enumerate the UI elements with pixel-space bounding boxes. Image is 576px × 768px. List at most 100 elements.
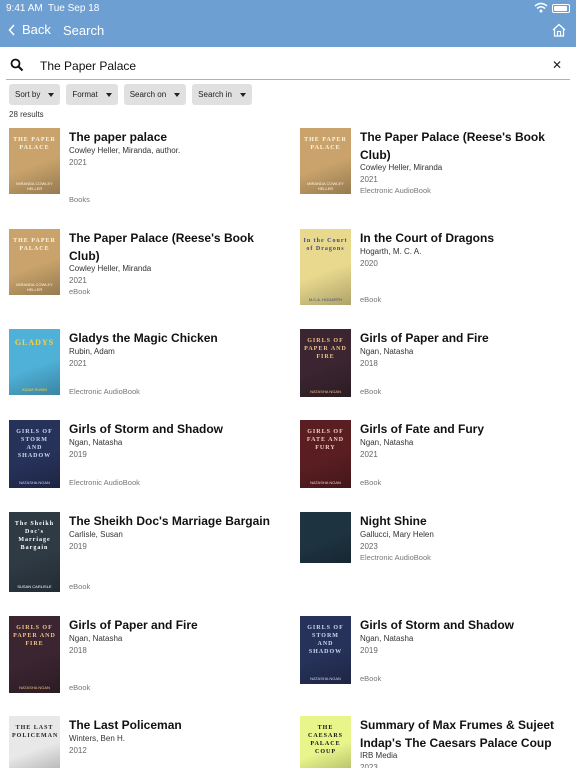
result-format: eBook [69,287,91,296]
result-item[interactable]: THE PAPER PALACE MIRANDA COWLEY HELLER Th… [9,128,279,208]
result-format: eBook [360,674,382,683]
book-cover: THE CAESARS PALACE COUP [300,716,351,768]
result-item[interactable]: THE PAPER PALACE MIRANDA COWLEY HELLER Th… [300,128,570,208]
book-cover [300,512,351,563]
result-item[interactable]: Night Shine Gallucci, Mary Helen 2023 El… [300,512,570,594]
close-icon[interactable]: ✕ [552,58,562,72]
search-on-dropdown[interactable]: Search on [123,84,187,105]
cover-title-text: THE PAPER PALACE [13,238,56,252]
result-format: Electronic AudioBook [69,478,140,487]
book-cover: In the Court of Dragons M.C.A. HOGARTH [300,229,351,305]
result-item[interactable]: GIRLS OF FATE AND FURY NATASHA NGAN Girls… [300,420,570,492]
cover-author-text: MIRANDA COWLEY HELLER [307,181,344,191]
format-dropdown[interactable]: Format [66,84,118,105]
battery-icon [552,4,570,13]
result-year: 2019 [69,542,87,551]
result-year: 2019 [360,646,378,655]
book-cover: GIRLS OF STORM AND SHADOW NATASHA NGAN [9,420,60,488]
book-cover: GIRLS OF FATE AND FURY NATASHA NGAN [300,420,351,488]
result-item[interactable]: THE CAESARS PALACE COUP Summary of Max F… [300,716,570,768]
result-format: Electronic AudioBook [69,387,140,396]
caret-down-icon [239,92,246,97]
result-item[interactable]: GLADYS ADAM RUBIN Gladys the Magic Chicke… [9,329,279,401]
search-on-label: Search on [129,90,167,99]
result-format: eBook [360,387,382,396]
chevron-left-icon [8,23,15,36]
status-bar: 9:41 AM Tue Sep 18 [0,0,576,16]
result-year: 2021 [69,276,87,285]
result-item[interactable]: GIRLS OF PAPER AND FIRE NATASHA NGAN Girl… [9,616,279,696]
back-label: Back [22,22,51,37]
result-year: 2020 [360,259,378,268]
result-format: eBook [69,582,91,591]
result-format: Electronic AudioBook [360,553,431,562]
result-year: 2021 [69,158,87,167]
cover-author-text: NATASHA NGAN [310,389,341,394]
cover-title-text: THE PAPER PALACE [13,137,56,151]
filter-bar: Sort by Format Search on Search in [9,84,252,106]
result-year: 2021 [69,359,87,368]
book-cover: The Sheikh Doc's Marriage Bargain SUSAN C… [9,512,60,592]
result-format: Electronic AudioBook [360,186,431,195]
book-cover: THE PAPER PALACE MIRANDA COWLEY HELLER [9,128,60,194]
cover-title-text: THE CAESARS PALACE COUP [307,725,343,755]
cover-author-text: NATASHA NGAN [310,480,341,485]
result-year: 2012 [69,746,87,755]
book-cover: THE PAPER PALACE MIRANDA COWLEY HELLER [300,128,351,194]
result-year: 2019 [69,450,87,459]
result-year: 2023 [360,763,378,768]
cover-author-text: ADAM RUBIN [21,387,48,392]
result-title: The Paper Palace (Reese's Book Club) [360,130,545,162]
cover-title-text: GIRLS OF STORM AND SHADOW [16,429,53,459]
sort-by-dropdown[interactable]: Sort by [9,84,61,105]
search-bar: ✕ [6,52,570,80]
sort-by-label: Sort by [15,90,41,99]
cover-title-text: GIRLS OF PAPER AND FIRE [304,338,347,360]
cover-title-text: THE LAST POLICEMAN [12,725,59,739]
book-cover: GIRLS OF PAPER AND FIRE NATASHA NGAN [300,329,351,397]
search-input[interactable] [40,57,520,75]
cover-title-text: GIRLS OF PAPER AND FIRE [13,625,56,647]
back-button[interactable]: Back [8,22,51,37]
result-item[interactable]: GIRLS OF PAPER AND FIRE NATASHA NGAN Girl… [300,329,570,401]
result-item[interactable]: GIRLS OF STORM AND SHADOW NATASHA NGAN Gi… [300,616,570,696]
search-icon [10,58,24,72]
book-cover: GIRLS OF PAPER AND FIRE NATASHA NGAN [9,616,60,693]
cover-author-text: NATASHA NGAN [310,676,341,681]
status-date: Tue Sep 18 [48,3,100,14]
cover-title-text: GIRLS OF STORM AND SHADOW [307,625,344,655]
home-icon[interactable] [551,22,567,38]
result-item[interactable]: In the Court of Dragons M.C.A. HOGARTH In… [300,229,570,309]
result-year: 2021 [360,175,378,184]
result-year: 2018 [360,359,378,368]
result-year: 2018 [69,646,87,655]
nav-bar: 9:41 AM Tue Sep 18 Back Search [0,0,576,47]
status-time: 9:41 AM [6,3,43,14]
cover-author-text: MIRANDA COWLEY HELLER [16,181,53,191]
result-format: Books [69,195,90,204]
result-title: Summary of Max Frumes & Sujeet Indap's T… [360,718,555,750]
caret-down-icon [48,92,55,97]
wifi-icon [534,2,548,13]
cover-title-text: In the Court of Dragons [303,238,348,252]
result-item[interactable]: The Sheikh Doc's Marriage Bargain SUSAN C… [9,512,279,594]
cover-author-text: NATASHA NGAN [19,685,50,690]
result-item[interactable]: THE LAST POLICEMAN The Last Policeman Wi… [9,716,279,768]
result-format: eBook [360,478,382,487]
result-format: eBook [360,295,382,304]
caret-down-icon [174,92,181,97]
nav-title: Search [63,23,105,38]
results-count: 28 results [9,110,44,119]
result-title: The Paper Palace (Reese's Book Club) [69,231,254,263]
result-item[interactable]: THE PAPER PALACE MIRANDA COWLEY HELLER Th… [9,229,279,309]
cover-author-text: SUSAN CARLISLE [17,584,52,589]
caret-down-icon [105,92,112,97]
result-item[interactable]: GIRLS OF STORM AND SHADOW NATASHA NGAN Gi… [9,420,279,492]
cover-author-text: NATASHA NGAN [19,480,50,485]
book-cover: GIRLS OF STORM AND SHADOW NATASHA NGAN [300,616,351,684]
result-year: 2021 [360,450,378,459]
cover-title-text: The Sheikh Doc's Marriage Bargain [14,521,55,551]
cover-title-text: THE PAPER PALACE [304,137,347,151]
cover-title-text: GIRLS OF FATE AND FURY [306,429,345,451]
search-in-dropdown[interactable]: Search in [192,84,252,105]
